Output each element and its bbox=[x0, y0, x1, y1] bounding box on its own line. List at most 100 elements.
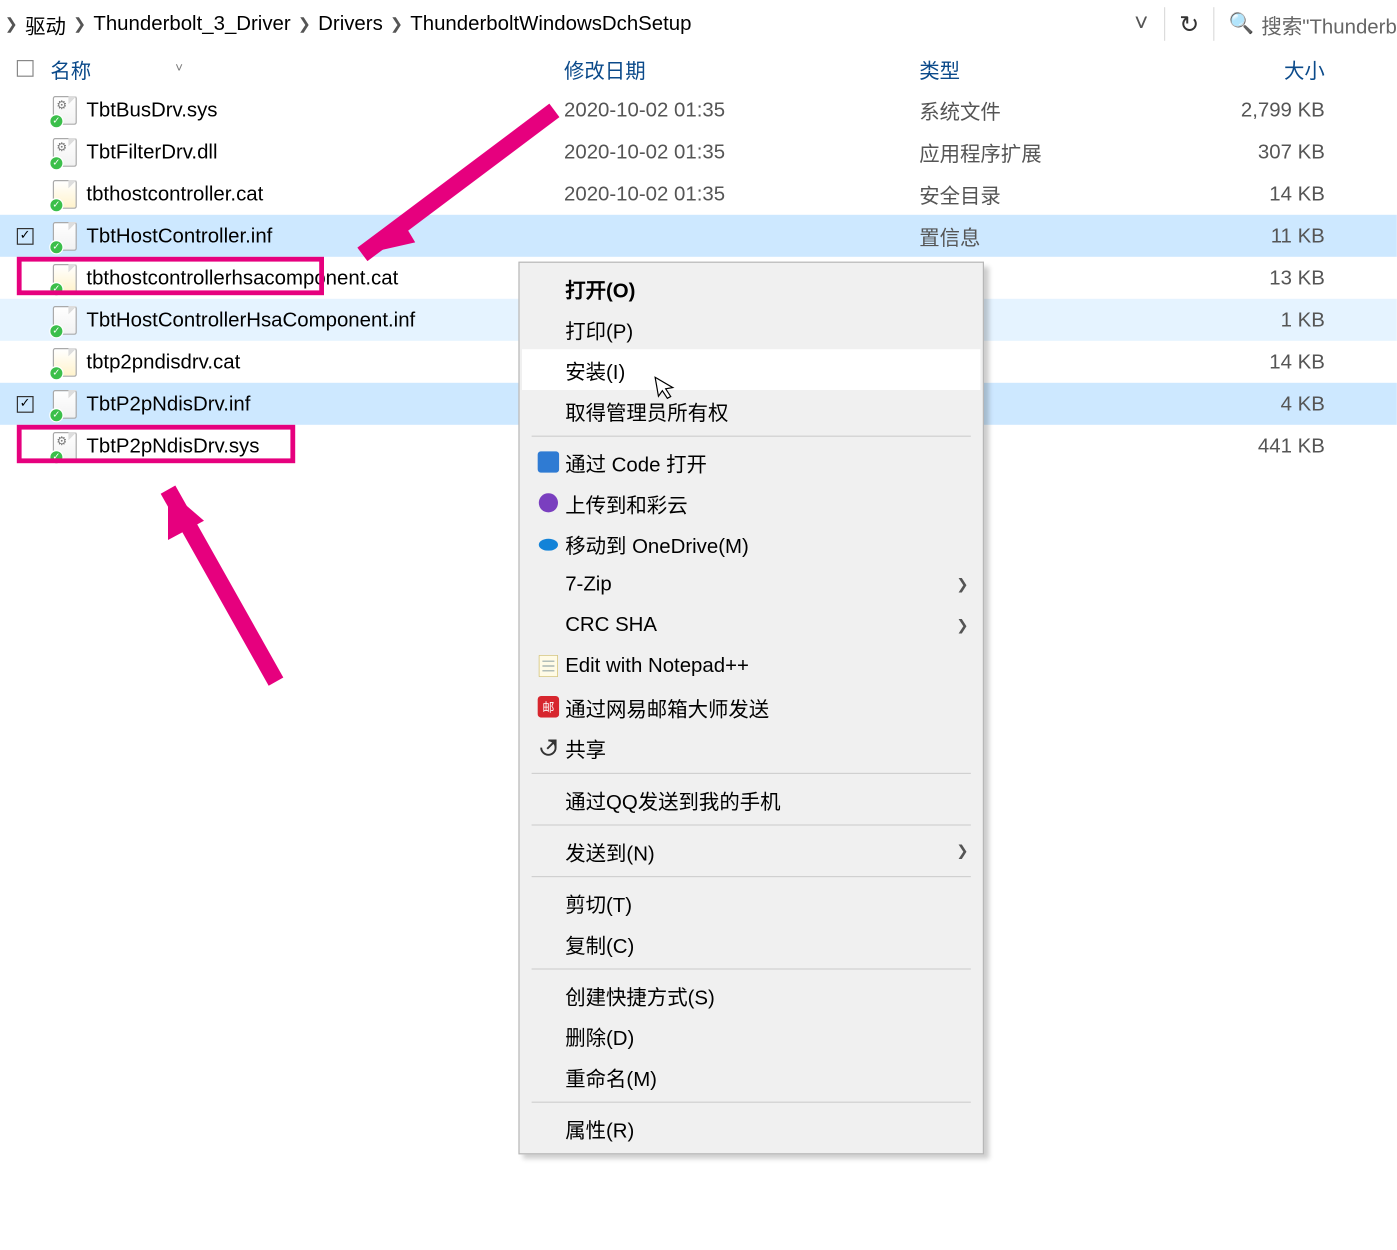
search-icon: 🔍 bbox=[1229, 12, 1254, 36]
breadcrumb-item[interactable]: 驱动 bbox=[23, 9, 69, 39]
separator bbox=[1213, 7, 1214, 41]
menu-item[interactable]: 打印(P) bbox=[522, 308, 980, 349]
file-name: TbtP2pNdisDrv.sys bbox=[86, 434, 259, 458]
file-name: TbtHostControllerHsaComponent.inf bbox=[86, 308, 415, 332]
breadcrumb[interactable]: ❯ 驱动 ❯ Thunderbolt_3_Driver ❯ Drivers ❯ … bbox=[0, 9, 1123, 39]
file-size: 14 KB bbox=[1162, 350, 1354, 374]
menu-item[interactable]: 创建快捷方式(S) bbox=[522, 974, 980, 1015]
menu-item-label: 复制(C) bbox=[565, 928, 968, 958]
search-placeholder: 搜索"Thunderb bbox=[1261, 9, 1396, 39]
file-size: 11 KB bbox=[1162, 224, 1354, 248]
select-all-checkbox[interactable] bbox=[0, 60, 50, 77]
file-size: 441 KB bbox=[1162, 434, 1354, 458]
menu-separator bbox=[532, 773, 971, 774]
file-icon: ✓ bbox=[53, 179, 77, 208]
file-name-cell[interactable]: ✓TbtHostController.inf bbox=[50, 221, 564, 250]
menu-item-label: 打开(O) bbox=[565, 273, 968, 303]
menu-item-label: 删除(D) bbox=[565, 1021, 968, 1051]
menu-item-label: 通过网易邮箱大师发送 bbox=[565, 692, 968, 722]
menu-item[interactable]: 上传到和彩云 bbox=[522, 482, 980, 523]
column-header-size[interactable]: 大小 bbox=[1162, 53, 1354, 83]
search-input[interactable]: 🔍 搜索"Thunderb bbox=[1219, 9, 1397, 39]
file-row[interactable]: ✓TbtBusDrv.sys2020-10-02 01:35系统文件2,799 … bbox=[0, 89, 1397, 131]
menu-item-label: 创建快捷方式(S) bbox=[565, 980, 968, 1010]
vscode-icon bbox=[532, 451, 566, 473]
file-row[interactable]: ✓TbtFilterDrv.dll2020-10-02 01:35应用程序扩展3… bbox=[0, 131, 1397, 173]
column-header-name[interactable]: 名称˅ bbox=[50, 53, 564, 83]
menu-item-label: 共享 bbox=[565, 733, 968, 763]
menu-item[interactable]: 属性(R) bbox=[522, 1108, 980, 1149]
file-icon: ✓ bbox=[53, 431, 77, 460]
menu-item[interactable]: 移动到 OneDrive(M) bbox=[522, 523, 980, 564]
file-row[interactable]: ✓✓TbtHostController.inf置信息11 KB bbox=[0, 215, 1397, 257]
breadcrumb-item[interactable]: Drivers bbox=[316, 12, 385, 36]
menu-item[interactable]: 复制(C) bbox=[522, 923, 980, 964]
file-name-cell[interactable]: ✓ TbtP2pNdisDrv.sys bbox=[50, 431, 564, 460]
menu-item-label: 发送到(N) bbox=[565, 836, 956, 866]
menu-item[interactable]: 剪切(T) bbox=[522, 882, 980, 923]
menu-item-label: 安装(I) bbox=[565, 355, 968, 385]
file-name-cell[interactable]: ✓ TbtHostControllerHsaComponent.inf bbox=[50, 305, 564, 334]
file-icon: ✓ bbox=[53, 389, 77, 418]
menu-item[interactable]: 打开(O) bbox=[522, 268, 980, 309]
menu-separator bbox=[532, 968, 971, 969]
onedrive-icon bbox=[532, 536, 566, 550]
share-icon bbox=[532, 737, 566, 759]
file-size: 1 KB bbox=[1162, 308, 1354, 332]
address-dropdown[interactable]: ˅ bbox=[1123, 10, 1159, 38]
file-name-cell[interactable]: ✓TbtFilterDrv.dll bbox=[50, 137, 564, 166]
file-modified: 2020-10-02 01:35 bbox=[564, 182, 919, 206]
menu-item-label: Edit with Notepad++ bbox=[565, 654, 968, 678]
column-header-type[interactable]: 类型 bbox=[919, 53, 1161, 83]
menu-item[interactable]: Edit with Notepad++ bbox=[522, 646, 980, 687]
separator bbox=[1164, 7, 1165, 41]
breadcrumb-item[interactable]: Thunderbolt_3_Driver bbox=[91, 12, 293, 36]
sort-indicator-icon: ˅ bbox=[175, 61, 183, 75]
menu-item[interactable]: 7-Zip❯ bbox=[522, 564, 980, 605]
refresh-button[interactable]: ↻ bbox=[1170, 5, 1208, 43]
file-size: 2,799 KB bbox=[1162, 98, 1354, 122]
menu-item[interactable]: 删除(D) bbox=[522, 1015, 980, 1056]
row-checkbox[interactable]: ✓ bbox=[0, 227, 50, 244]
breadcrumb-item[interactable]: ThunderboltWindowsDchSetup bbox=[408, 12, 694, 36]
chevron-right-icon[interactable]: ❯ bbox=[0, 14, 23, 33]
file-modified: 2020-10-02 01:35 bbox=[564, 98, 919, 122]
column-header-modified[interactable]: 修改日期 bbox=[564, 53, 919, 83]
chevron-right-icon[interactable]: ❯ bbox=[68, 14, 91, 33]
file-type: 安全目录 bbox=[919, 179, 1161, 209]
file-row[interactable]: ✓ tbthostcontroller.cat 2020-10-02 01:35安全… bbox=[0, 173, 1397, 215]
file-name-cell[interactable]: ✓TbtBusDrv.sys bbox=[50, 95, 564, 124]
file-name-cell[interactable]: ✓tbthostcontrollerhsacomponent.cat bbox=[50, 263, 564, 292]
menu-item[interactable]: 通过 Code 打开 bbox=[522, 442, 980, 483]
file-name-cell[interactable]: ✓tbtp2pndisdrv.cat bbox=[50, 347, 564, 376]
mail-red-icon: 邮 bbox=[532, 696, 566, 718]
file-name: TbtP2pNdisDrv.inf bbox=[86, 392, 250, 416]
file-icon: ✓ bbox=[53, 263, 77, 292]
chevron-right-icon[interactable]: ❯ bbox=[385, 14, 408, 33]
menu-item[interactable]: 共享 bbox=[522, 727, 980, 768]
file-name: TbtFilterDrv.dll bbox=[86, 140, 217, 164]
menu-separator bbox=[532, 1102, 971, 1103]
chevron-right-icon[interactable]: ❯ bbox=[293, 14, 316, 33]
menu-item[interactable]: 发送到(N)❯ bbox=[522, 830, 980, 871]
context-menu: 打开(O) 打印(P) 安装(I) 取得管理员所有权通过 Code 打开上传到和彩云移… bbox=[518, 262, 984, 1155]
file-icon: ✓ bbox=[53, 95, 77, 124]
menu-item[interactable]: 重命名(M) bbox=[522, 1056, 980, 1097]
menu-item-label: 打印(P) bbox=[565, 314, 968, 344]
menu-item[interactable]: 邮通过网易邮箱大师发送 bbox=[522, 686, 980, 727]
file-type: 应用程序扩展 bbox=[919, 137, 1161, 167]
file-type: 系统文件 bbox=[919, 95, 1161, 125]
file-name-cell[interactable]: ✓ tbthostcontroller.cat bbox=[50, 179, 564, 208]
menu-item[interactable]: CRC SHA❯ bbox=[522, 605, 980, 646]
file-name: tbthostcontroller.cat bbox=[86, 182, 263, 206]
submenu-arrow-icon: ❯ bbox=[956, 842, 968, 859]
menu-item[interactable]: 安装(I) bbox=[522, 349, 980, 390]
row-checkbox[interactable]: ✓ bbox=[0, 395, 50, 412]
menu-item[interactable]: 取得管理员所有权 bbox=[522, 390, 980, 431]
file-icon: ✓ bbox=[53, 305, 77, 334]
file-icon: ✓ bbox=[53, 347, 77, 376]
file-name-cell[interactable]: ✓ TbtP2pNdisDrv.inf bbox=[50, 389, 564, 418]
menu-item[interactable]: 通过QQ发送到我的手机 bbox=[522, 779, 980, 820]
file-modified: 2020-10-02 01:35 bbox=[564, 140, 919, 164]
submenu-arrow-icon: ❯ bbox=[956, 617, 968, 634]
